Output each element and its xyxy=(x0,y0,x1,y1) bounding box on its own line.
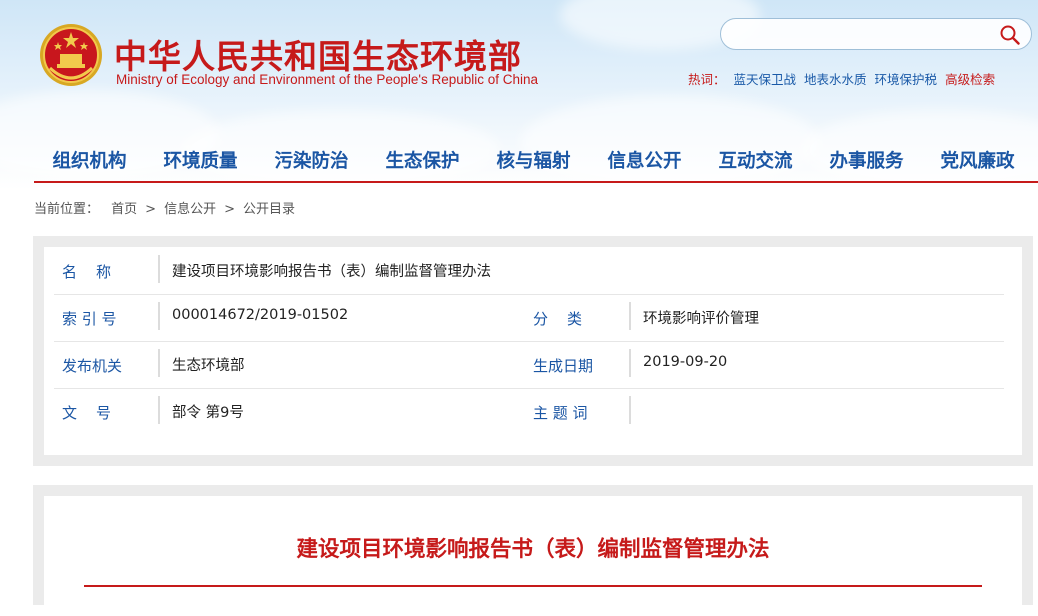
meta-label-issuer: 发布机关 xyxy=(62,357,123,375)
document-content: 建设项目环境影响报告书（表）编制监督管理办法 xyxy=(44,496,1022,616)
meta-divider xyxy=(158,396,160,424)
breadcrumb-separator: > xyxy=(145,202,157,217)
meta-value-category: 环境影响评价管理 xyxy=(643,311,759,327)
search-input[interactable] xyxy=(735,24,999,46)
nav-item-pollution-control[interactable]: 污染防治 xyxy=(256,148,367,182)
meta-row-name: 名 称 建设项目环境影响报告书（表）编制监督管理办法 xyxy=(54,247,1004,295)
breadcrumb: 当前位置： 首页 > 信息公开 > 公开目录 xyxy=(34,198,295,217)
meta-row-index: 索 引 号 000014672/2019-01502 分 类 环境影响评价管理 xyxy=(54,294,1004,342)
nav-item-organization[interactable]: 组织机构 xyxy=(34,148,145,182)
hot-word-link-3[interactable]: 环境保护税 xyxy=(875,72,938,87)
nav-item-nuclear-radiation[interactable]: 核与辐射 xyxy=(478,148,589,182)
meta-divider xyxy=(629,349,631,377)
meta-value-index: 000014672/2019-01502 xyxy=(172,307,349,323)
meta-label-index: 索 引 号 xyxy=(62,310,117,328)
nav-item-services[interactable]: 办事服务 xyxy=(811,148,922,182)
main-nav: 组织机构 环境质量 污染防治 生态保护 核与辐射 信息公开 互动交流 办事服务 … xyxy=(34,148,1038,182)
site-title-english[interactable]: Ministry of Ecology and Environment of t… xyxy=(116,72,538,87)
nav-item-interaction[interactable]: 互动交流 xyxy=(700,148,811,182)
meta-value-docno: 部令 第9号 xyxy=(172,405,244,421)
hot-word-link-2[interactable]: 地表水水质 xyxy=(804,72,867,87)
meta-label-subject: 主 题 词 xyxy=(533,404,588,422)
hot-word-link-1[interactable]: 蓝天保卫战 xyxy=(734,72,797,87)
nav-item-environment-quality[interactable]: 环境质量 xyxy=(145,148,256,182)
nav-item-information-disclosure[interactable]: 信息公开 xyxy=(589,148,700,182)
hot-words: 热词： 蓝天保卫战 地表水水质 环境保护税 高级检索 xyxy=(688,69,995,88)
nav-divider xyxy=(34,181,1038,183)
meta-divider xyxy=(158,349,160,377)
meta-divider xyxy=(629,396,631,424)
meta-row-docno: 文 号 部令 第9号 主 题 词 xyxy=(54,388,1004,435)
nav-item-party-integrity[interactable]: 党风廉政 xyxy=(922,148,1033,182)
meta-label-date: 生成日期 xyxy=(533,357,594,375)
title-divider xyxy=(84,585,982,587)
meta-value-issuer: 生态环境部 xyxy=(172,358,245,374)
meta-label-category: 分 类 xyxy=(533,310,585,328)
breadcrumb-prefix: 当前位置： xyxy=(34,202,100,217)
breadcrumb-separator: > xyxy=(224,202,235,217)
document-title: 建设项目环境影响报告书（表）编制监督管理办法 xyxy=(296,537,770,562)
meta-value-name: 建设项目环境影响报告书（表）编制监督管理办法 xyxy=(172,264,491,280)
breadcrumb-info-disclosure[interactable]: 信息公开 xyxy=(164,202,216,217)
search-icon[interactable] xyxy=(999,24,1021,46)
document-metadata-table: 名 称 建设项目环境影响报告书（表）编制监督管理办法 索 引 号 0000146… xyxy=(44,247,1022,455)
document-content-panel: 建设项目环境影响报告书（表）编制监督管理办法 xyxy=(33,485,1033,616)
site-title[interactable]: 中华人民共和国生态环境部 xyxy=(114,30,522,78)
document-metadata-panel: 名 称 建设项目环境影响报告书（表）编制监督管理办法 索 引 号 0000146… xyxy=(33,236,1033,466)
meta-divider xyxy=(158,302,160,330)
search-box xyxy=(720,18,1032,50)
meta-divider xyxy=(629,302,631,330)
meta-label-name: 名 称 xyxy=(62,263,114,281)
advanced-search-link[interactable]: 高级检索 xyxy=(945,72,995,87)
breadcrumb-home[interactable]: 首页 xyxy=(111,202,137,217)
hot-words-label: 热词： xyxy=(688,72,726,87)
meta-value-date: 2019-09-20 xyxy=(643,354,728,370)
meta-label-docno: 文 号 xyxy=(62,404,114,422)
breadcrumb-catalog[interactable]: 公开目录 xyxy=(243,202,295,217)
national-emblem-icon[interactable] xyxy=(38,22,104,88)
meta-divider xyxy=(158,255,160,283)
meta-row-issuer: 发布机关 生态环境部 生成日期 2019-09-20 xyxy=(54,341,1004,389)
nav-item-ecological-protection[interactable]: 生态保护 xyxy=(367,148,478,182)
